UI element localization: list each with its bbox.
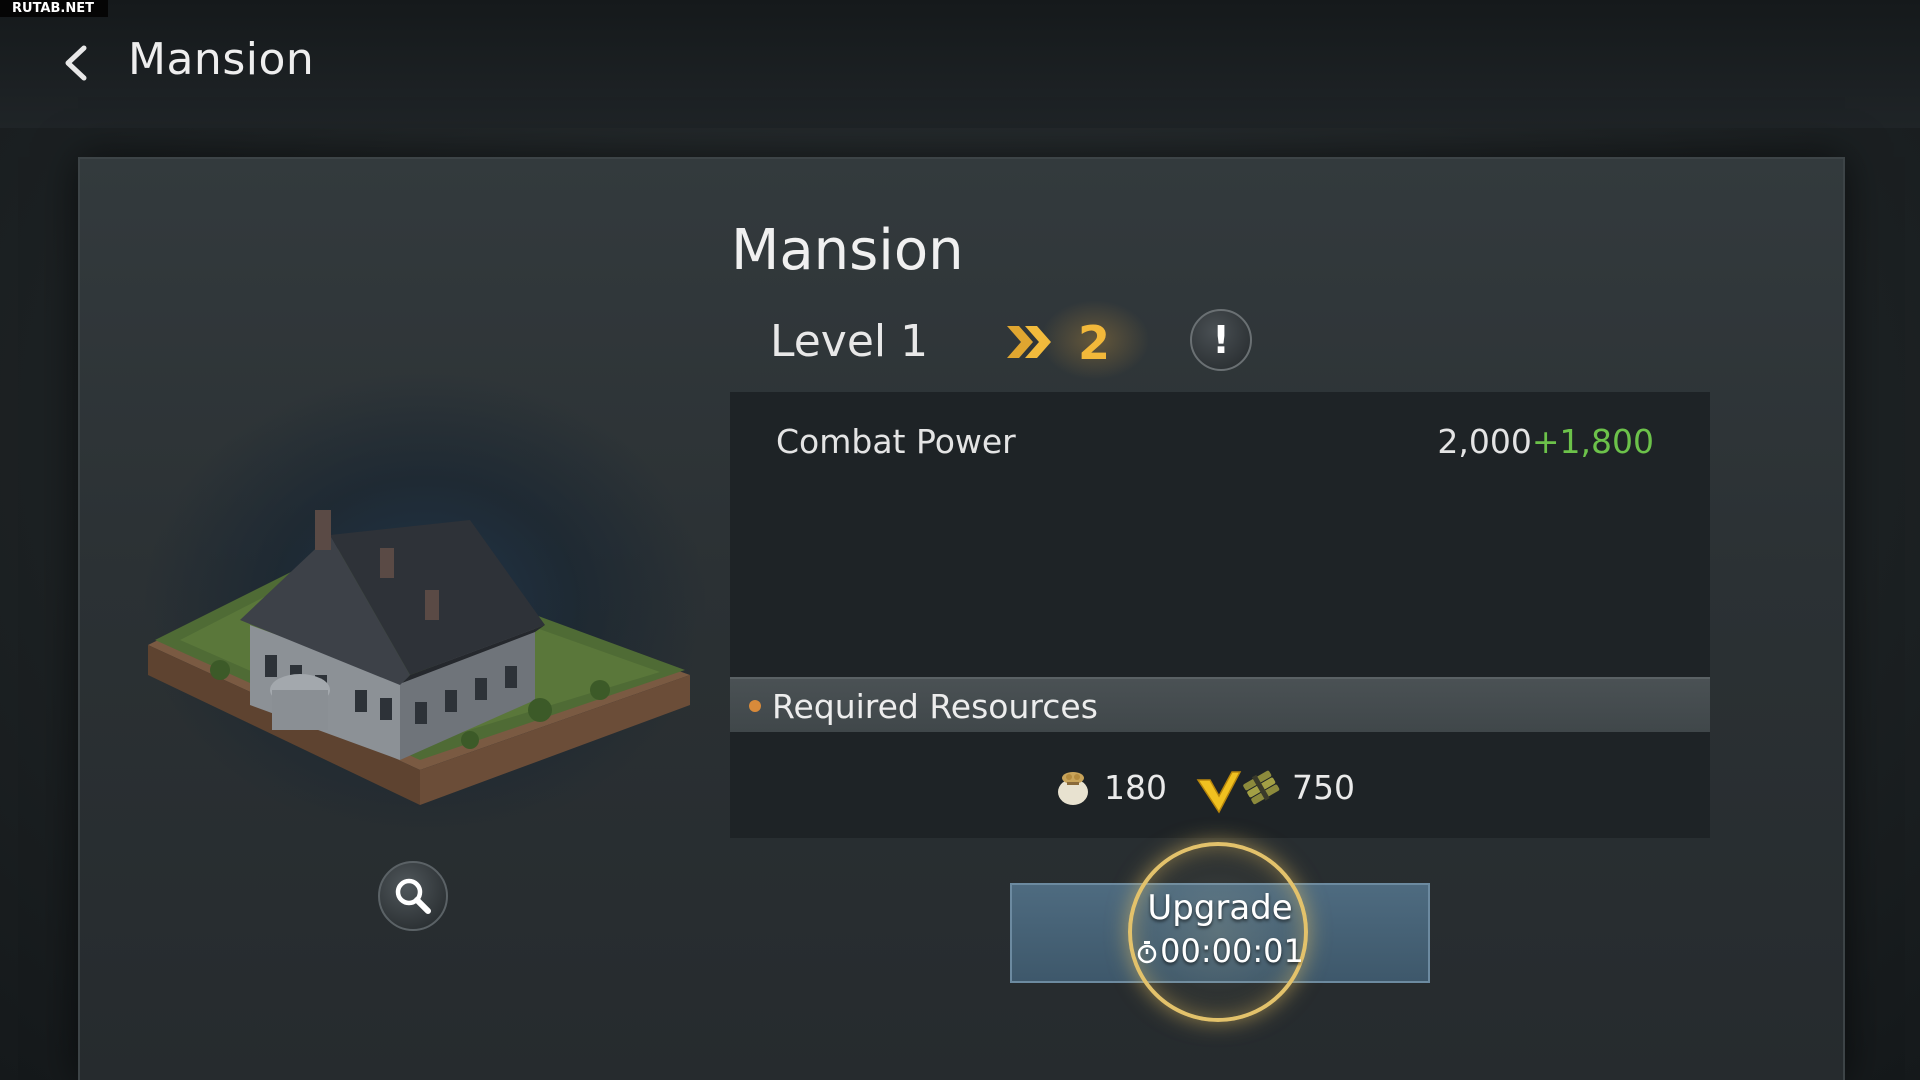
stats-box: Combat Power 2,000+1,800 <box>730 392 1710 677</box>
next-level: 2 <box>1078 316 1111 370</box>
mansion-screen: Mansion RUTAB.NET Mansion Level 1 2 ! Co… <box>0 0 1920 1080</box>
stat-values-combat-power: 2,000+1,800 <box>1437 422 1654 461</box>
magnifier-icon <box>395 878 431 914</box>
upgrade-button-label: Upgrade <box>1147 888 1293 928</box>
yellow-check-arrow-icon <box>1196 771 1242 814</box>
resource-item-food: 180 <box>1052 764 1167 810</box>
current-level: Level 1 <box>770 316 929 367</box>
required-resources-header: Required Resources <box>730 677 1710 732</box>
wood-bundle-icon <box>1243 770 1280 805</box>
resource-value-wood: 750 <box>1292 767 1355 807</box>
building-name: Mansion <box>731 218 964 283</box>
upgrade-time-value: 00:00:01 <box>1160 932 1304 970</box>
resource-value-food: 180 <box>1104 767 1167 807</box>
resource-item-wood: 750 <box>1240 764 1355 810</box>
stat-increase-value: +1,800 <box>1531 422 1654 461</box>
watermark: RUTAB.NET <box>0 0 108 17</box>
chevron-left-icon <box>65 45 87 81</box>
back-button[interactable] <box>56 40 100 86</box>
required-resources-title: Required Resources <box>772 687 1098 726</box>
page-title: Mansion <box>128 34 315 85</box>
stopwatch-icon <box>1137 941 1157 964</box>
upgrade-time-row: 00:00:01 <box>1010 932 1430 970</box>
info-button[interactable]: ! <box>1190 309 1252 371</box>
stat-current-value: 2,000 <box>1437 422 1532 461</box>
zoom-button[interactable] <box>378 861 448 931</box>
bullet-dot <box>749 700 761 712</box>
food-sack-icon <box>1058 772 1088 805</box>
stat-label-combat-power: Combat Power <box>776 422 1016 461</box>
top-bar: Mansion <box>0 0 1920 128</box>
mansion-building-image <box>148 510 690 805</box>
